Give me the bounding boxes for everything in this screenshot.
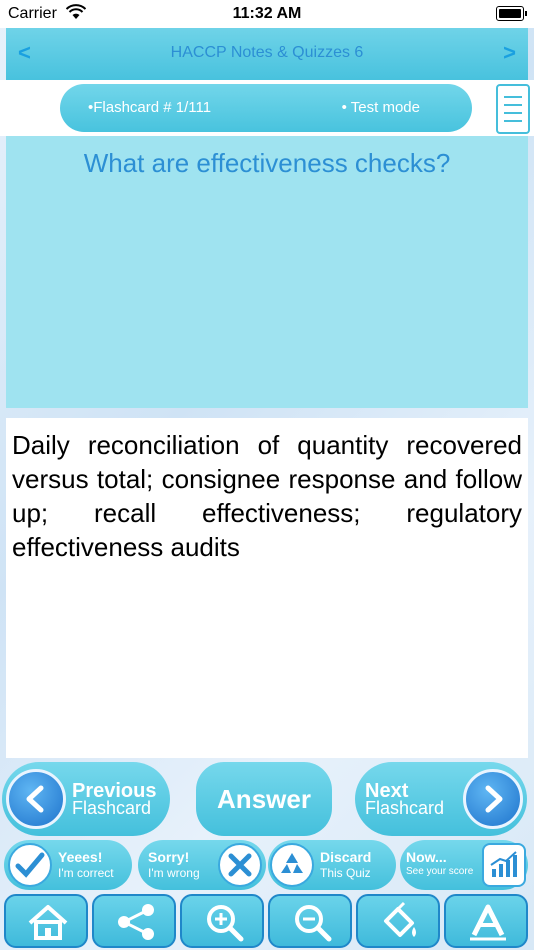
answer-panel: Daily reconciliation of quantity recover… [6,418,528,758]
discard-label: Discard [320,849,372,865]
discard-quiz-button[interactable]: Discard This Quiz [268,840,396,890]
see-score-button[interactable]: Now... See your score [400,840,528,890]
share-button[interactable] [92,894,176,948]
discard-sublabel: This Quiz [320,866,371,880]
home-button[interactable] [4,894,88,948]
chart-icon [482,843,526,887]
answer-text: Daily reconciliation of quantity recover… [12,430,522,562]
question-text: What are effectiveness checks? [83,148,451,178]
flashcard-counter: •Flashcard # 1/111 [88,99,212,116]
x-icon [218,843,262,887]
test-mode-label: • Test mode [341,99,420,116]
previous-flashcard-button[interactable]: Previous Flashcard [2,762,170,836]
score-sublabel: See your score [406,866,474,877]
zoom-out-button[interactable] [268,894,352,948]
font-button[interactable] [444,894,528,948]
forward-button[interactable]: > [503,40,516,66]
answer-button[interactable]: Answer [196,762,332,836]
correct-sublabel: I'm correct [58,866,114,880]
wrong-button[interactable]: Sorry! I'm wrong [138,840,266,890]
zoom-in-icon [207,905,244,942]
chevron-left-icon [6,769,66,829]
font-icon [470,904,506,941]
nav-title: HACCP Notes & Quizzes 6 [170,44,364,61]
next-sublabel: Flashcard [365,798,445,818]
home-icon [28,905,68,940]
correct-label: Yeees! [58,849,103,865]
info-bar: •Flashcard # 1/111 • Test mode [0,80,534,136]
nav-bar: < HACCP Notes & Quizzes 6 > [6,28,528,80]
theme-button[interactable] [356,894,440,948]
share-icon [118,904,154,940]
wrong-sublabel: I'm wrong [148,866,200,880]
flashcard-info-pill: •Flashcard # 1/111 • Test mode [60,84,472,132]
chevron-right-icon [463,769,523,829]
score-label: Now... [406,849,447,865]
recycle-icon [270,843,314,887]
question-panel: What are effectiveness checks? [6,136,528,408]
zoom-in-button[interactable] [180,894,264,948]
previous-sublabel: Flashcard [72,798,152,818]
check-icon [8,843,52,887]
list-icon[interactable] [496,84,530,134]
zoom-out-icon [295,905,332,942]
clock: 11:32 AM [232,5,302,22]
wrong-label: Sorry! [148,849,190,865]
correct-button[interactable]: Yeees! I'm correct [4,840,132,890]
paint-bucket-icon [384,901,416,937]
status-bar: Carrier 11:32 AM [0,0,534,28]
next-flashcard-button[interactable]: Next Flashcard [355,762,527,836]
battery-icon [496,6,527,21]
